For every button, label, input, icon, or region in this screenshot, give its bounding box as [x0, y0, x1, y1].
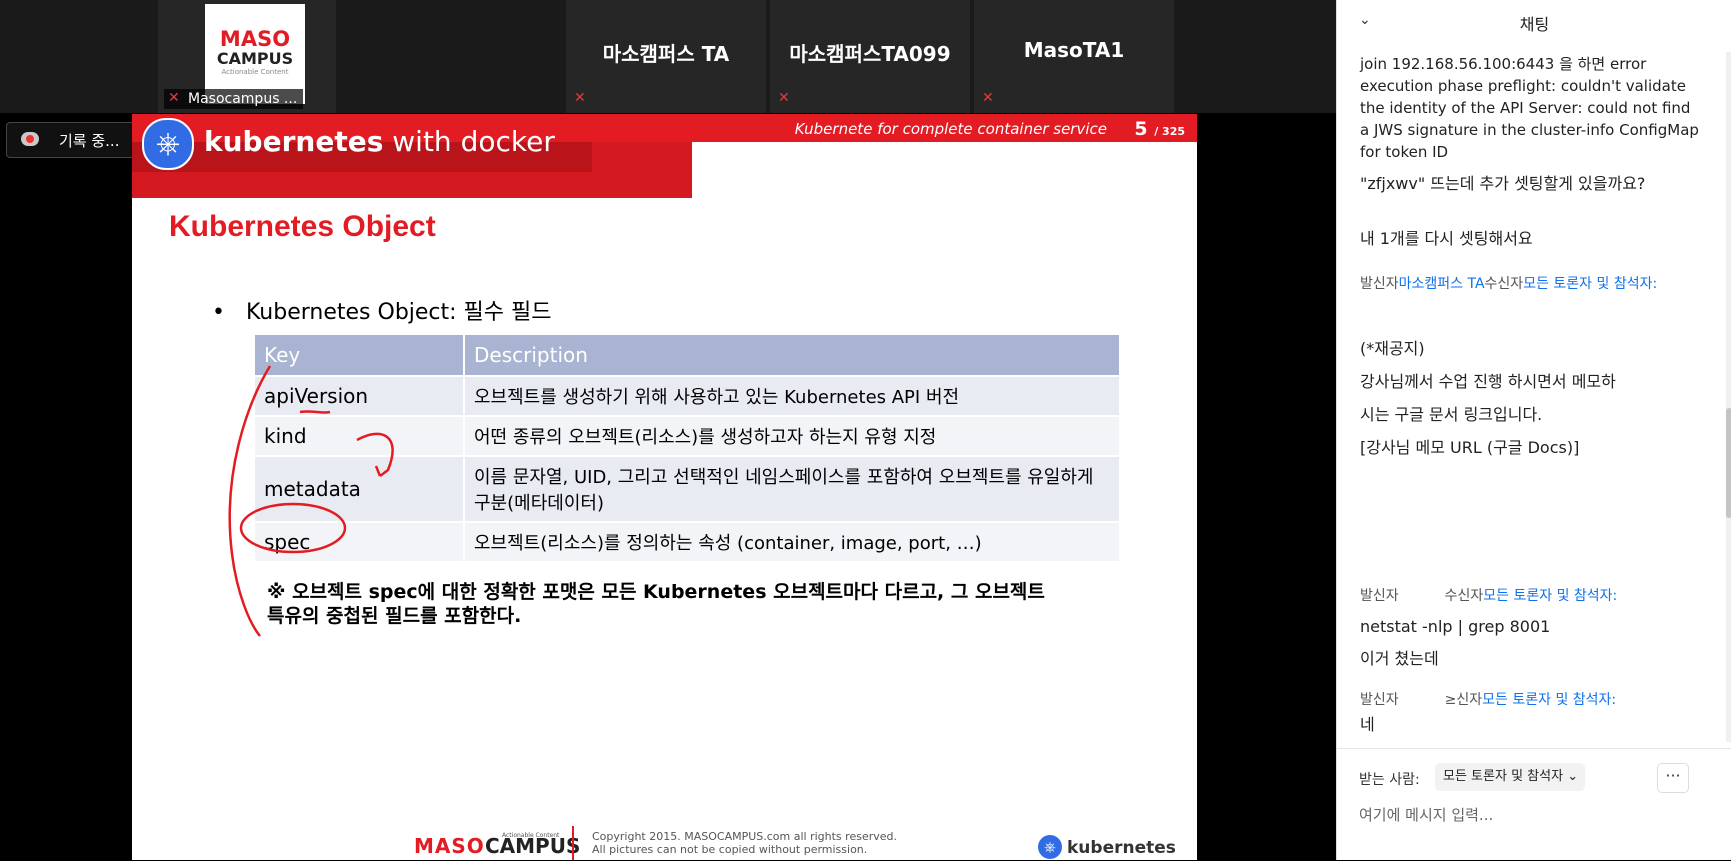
mic-muted-icon: ✕	[982, 90, 994, 106]
chat-composer: 받는 사람: 모든 토론자 및 참석자 ⌄ ···	[1337, 748, 1731, 861]
chevron-down-icon: ⌄	[1567, 769, 1579, 784]
recipient-link[interactable]: 모든 토론자 및 참석자:	[1482, 692, 1616, 708]
chat-notice: (*재공지) 강사님께서 수업 진행 하시면서 메모하 시는 구글 문서 링크입…	[1360, 332, 1700, 464]
recipient-link[interactable]: 모든 토론자 및 참석자:	[1483, 588, 1617, 604]
sender-link[interactable]: 마소캠퍼스 TA	[1399, 276, 1485, 292]
footer-logo-tagline: Actionable Content	[502, 832, 560, 839]
chat-header: ⌄ 채팅	[1337, 0, 1731, 42]
participant-name: 마소캠퍼스TA099	[789, 42, 951, 66]
chat-message-meta: 발신자 ≥신자모든 토론자 및 참석자:	[1360, 692, 1617, 708]
chat-message: join 192.168.56.100:6443 을 하면 error exec…	[1360, 55, 1699, 161]
participant-name: ✕ Masocampus ...	[164, 89, 304, 109]
chat-message-meta: 발신자마소캠퍼스 TA수신자모든 토론자 및 참석자:	[1360, 276, 1658, 292]
recording-indicator[interactable]: 기록 중...	[6, 122, 146, 158]
chat-message-input[interactable]	[1357, 799, 1711, 831]
chat-scrollbar[interactable]	[1726, 52, 1731, 742]
chat-message-meta: 발신자 수신자모든 토론자 및 참석자:	[1360, 588, 1618, 604]
recording-label: 기록 중...	[59, 132, 120, 150]
chat-scroll-thumb[interactable]	[1726, 408, 1731, 518]
logo-maso-text: MASO	[219, 27, 291, 51]
logo-sub-text: Actionable Content	[221, 68, 289, 76]
shared-slide: ⎈ kubernetes with docker Kubernete for c…	[132, 114, 1197, 860]
memo-link[interactable]: [강사님 메모 URL (구글 Docs)]	[1360, 431, 1700, 464]
recipient-link[interactable]: 모든 토론자 및 참석자:	[1523, 276, 1657, 292]
chat-message: 내 1개를 다시 셋팅해서요	[1360, 229, 1533, 248]
mic-muted-icon: ✕	[778, 90, 790, 106]
chat-title: 채팅	[1519, 15, 1550, 34]
mic-muted-icon: ✕	[168, 90, 180, 106]
more-options-button[interactable]: ···	[1657, 763, 1689, 793]
footer-divider	[572, 826, 574, 860]
chat-message: netstat -nlp | grep 8001 이거 쳤는데	[1360, 617, 1551, 668]
footer-logo-maso: MASO	[414, 834, 485, 858]
logo-campus-text: CAMPUS	[216, 49, 294, 68]
slide-note: ※ 오브젝트 spec에 대한 정확한 포맷은 모든 Kubernetes 오브…	[267, 581, 1045, 627]
footer-kubernetes-label: kubernetes	[1067, 838, 1176, 858]
footer-kubernetes-icon: ⎈	[1038, 835, 1062, 859]
video-tile-masota1[interactable]: MasoTA1 ✕	[974, 0, 1174, 113]
chat-message: "zfjxwv" 뜨는데 추가 셋팅할게 있을까요?	[1360, 174, 1646, 193]
recording-icon	[21, 132, 39, 146]
recipient-select[interactable]: 모든 토론자 및 참석자 ⌄	[1435, 763, 1585, 791]
annotation-drawing	[228, 365, 394, 637]
video-tile-ta[interactable]: 마소캠퍼스 TA ✕	[566, 0, 766, 113]
participant-name: MasoTA1	[1023, 38, 1125, 62]
video-tile-masocampus[interactable]: MASO CAMPUS Actionable Content ✕ Masocam…	[158, 0, 336, 113]
recipient-label: 받는 사람:	[1359, 772, 1420, 788]
participant-name: 마소캠퍼스 TA	[602, 42, 730, 66]
chat-message: 네	[1360, 715, 1375, 734]
chat-panel: ⌄ 채팅 join 192.168.56.100:6443 을 하면 error…	[1336, 0, 1731, 860]
mic-muted-icon: ✕	[574, 90, 586, 106]
footer-copyright: Copyright 2015. MASOCAMPUS.com all right…	[592, 830, 897, 856]
video-tile-ta099[interactable]: 마소캠퍼스TA099 ✕	[770, 0, 970, 113]
